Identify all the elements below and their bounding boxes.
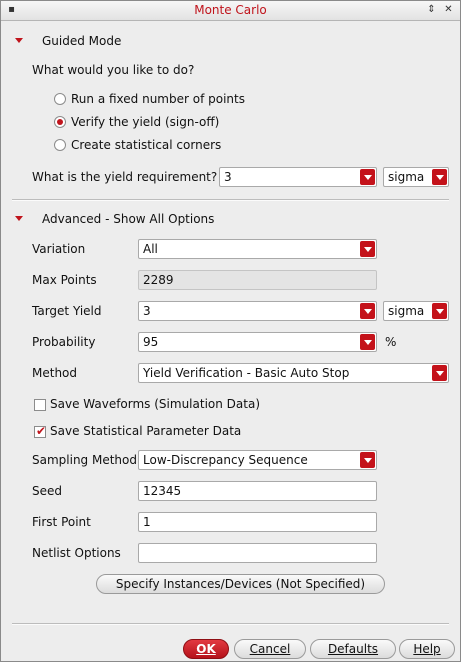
bottom-divider — [12, 623, 449, 625]
netlist-options-label: Netlist Options — [32, 546, 121, 560]
max-points-field: 2289 — [138, 270, 377, 290]
yield-unit-value: sigma — [388, 170, 425, 184]
title-bar[interactable]: ▪ Monte Carlo ⇕ ✕ — [1, 1, 460, 21]
probability-unit: % — [385, 335, 397, 349]
radio-statistical-corners-label[interactable]: Create statistical corners — [71, 138, 221, 152]
max-points-label: Max Points — [32, 273, 97, 287]
probability-combo[interactable]: 95 — [138, 332, 377, 352]
save-waveforms-checkbox[interactable] — [34, 399, 46, 411]
method-select[interactable]: Yield Verification - Basic Auto Stop — [138, 363, 449, 383]
probability-value: 95 — [143, 335, 159, 349]
probability-label: Probability — [32, 335, 96, 349]
save-statistical-checkbox[interactable]: ✔ — [34, 424, 47, 438]
defaults-button[interactable]: Defaults — [310, 639, 396, 659]
sampling-method-select[interactable]: Low-Discrepancy Sequence — [138, 450, 377, 470]
radio-statistical-corners[interactable] — [54, 139, 66, 151]
radio-verify-yield-label[interactable]: Verify the yield (sign-off) — [71, 115, 219, 129]
guided-mode-toggle-icon[interactable] — [15, 38, 23, 43]
chevron-down-icon[interactable] — [432, 303, 447, 319]
radio-fixed-points[interactable] — [54, 93, 66, 105]
variation-label: Variation — [32, 242, 86, 256]
variation-select[interactable]: All — [138, 239, 377, 259]
help-button[interactable]: Help — [399, 639, 455, 659]
cancel-button[interactable]: Cancel — [234, 639, 306, 659]
help-button-label: Help — [413, 642, 441, 656]
radio-verify-yield[interactable] — [54, 116, 66, 128]
cancel-button-label: Cancel — [249, 642, 291, 656]
yield-requirement-value: 3 — [224, 170, 232, 184]
first-point-label: First Point — [32, 515, 91, 529]
guided-mode-header[interactable]: Guided Mode — [42, 34, 121, 48]
window-title: Monte Carlo — [194, 3, 267, 17]
seed-field[interactable]: 12345 — [138, 481, 377, 501]
chevron-down-icon[interactable] — [360, 452, 375, 468]
specify-instances-button[interactable]: Specify Instances/Devices (Not Specified… — [96, 574, 385, 594]
chevron-down-icon[interactable] — [360, 303, 375, 319]
monte-carlo-dialog: ▪ Monte Carlo ⇕ ✕ Guided Mode What would… — [0, 0, 461, 662]
variation-value: All — [143, 242, 158, 256]
save-waveforms-label[interactable]: Save Waveforms (Simulation Data) — [50, 397, 260, 411]
target-yield-combo[interactable]: 3 — [138, 301, 377, 321]
chevron-down-icon[interactable] — [360, 334, 375, 350]
checkmark-icon: ✔ — [36, 424, 47, 438]
advanced-toggle-icon[interactable] — [15, 216, 23, 221]
question-label: What would you like to do? — [32, 63, 195, 77]
sampling-method-label: Sampling Method — [32, 453, 137, 467]
netlist-options-field[interactable] — [138, 543, 377, 563]
section-divider — [12, 199, 449, 201]
yield-unit-select[interactable]: sigma — [383, 167, 449, 187]
yield-requirement-label: What is the yield requirement? — [32, 170, 218, 184]
target-yield-label: Target Yield — [32, 304, 102, 318]
target-yield-value: 3 — [143, 304, 151, 318]
first-point-field[interactable]: 1 — [138, 512, 377, 532]
seed-label: Seed — [32, 484, 62, 498]
target-yield-unit-select[interactable]: sigma — [383, 301, 449, 321]
defaults-button-label: Defaults — [327, 642, 379, 656]
chevron-down-icon[interactable] — [360, 169, 375, 185]
save-statistical-label[interactable]: Save Statistical Parameter Data — [50, 424, 241, 438]
method-value: Yield Verification - Basic Auto Stop — [143, 366, 350, 380]
ok-button[interactable]: OK — [183, 639, 229, 659]
restore-icon[interactable]: ⇕ — [425, 4, 438, 17]
yield-requirement-combo[interactable]: 3 — [219, 167, 377, 187]
advanced-header[interactable]: Advanced - Show All Options — [42, 212, 214, 226]
method-label: Method — [32, 366, 78, 380]
chevron-down-icon[interactable] — [360, 241, 375, 257]
target-yield-unit-value: sigma — [388, 304, 425, 318]
sampling-method-value: Low-Discrepancy Sequence — [143, 453, 308, 467]
radio-fixed-points-label[interactable]: Run a fixed number of points — [71, 92, 245, 106]
ok-button-label: OK — [196, 642, 216, 656]
close-icon[interactable]: ✕ — [442, 4, 455, 17]
chevron-down-icon[interactable] — [432, 169, 447, 185]
chevron-down-icon[interactable] — [432, 365, 447, 381]
